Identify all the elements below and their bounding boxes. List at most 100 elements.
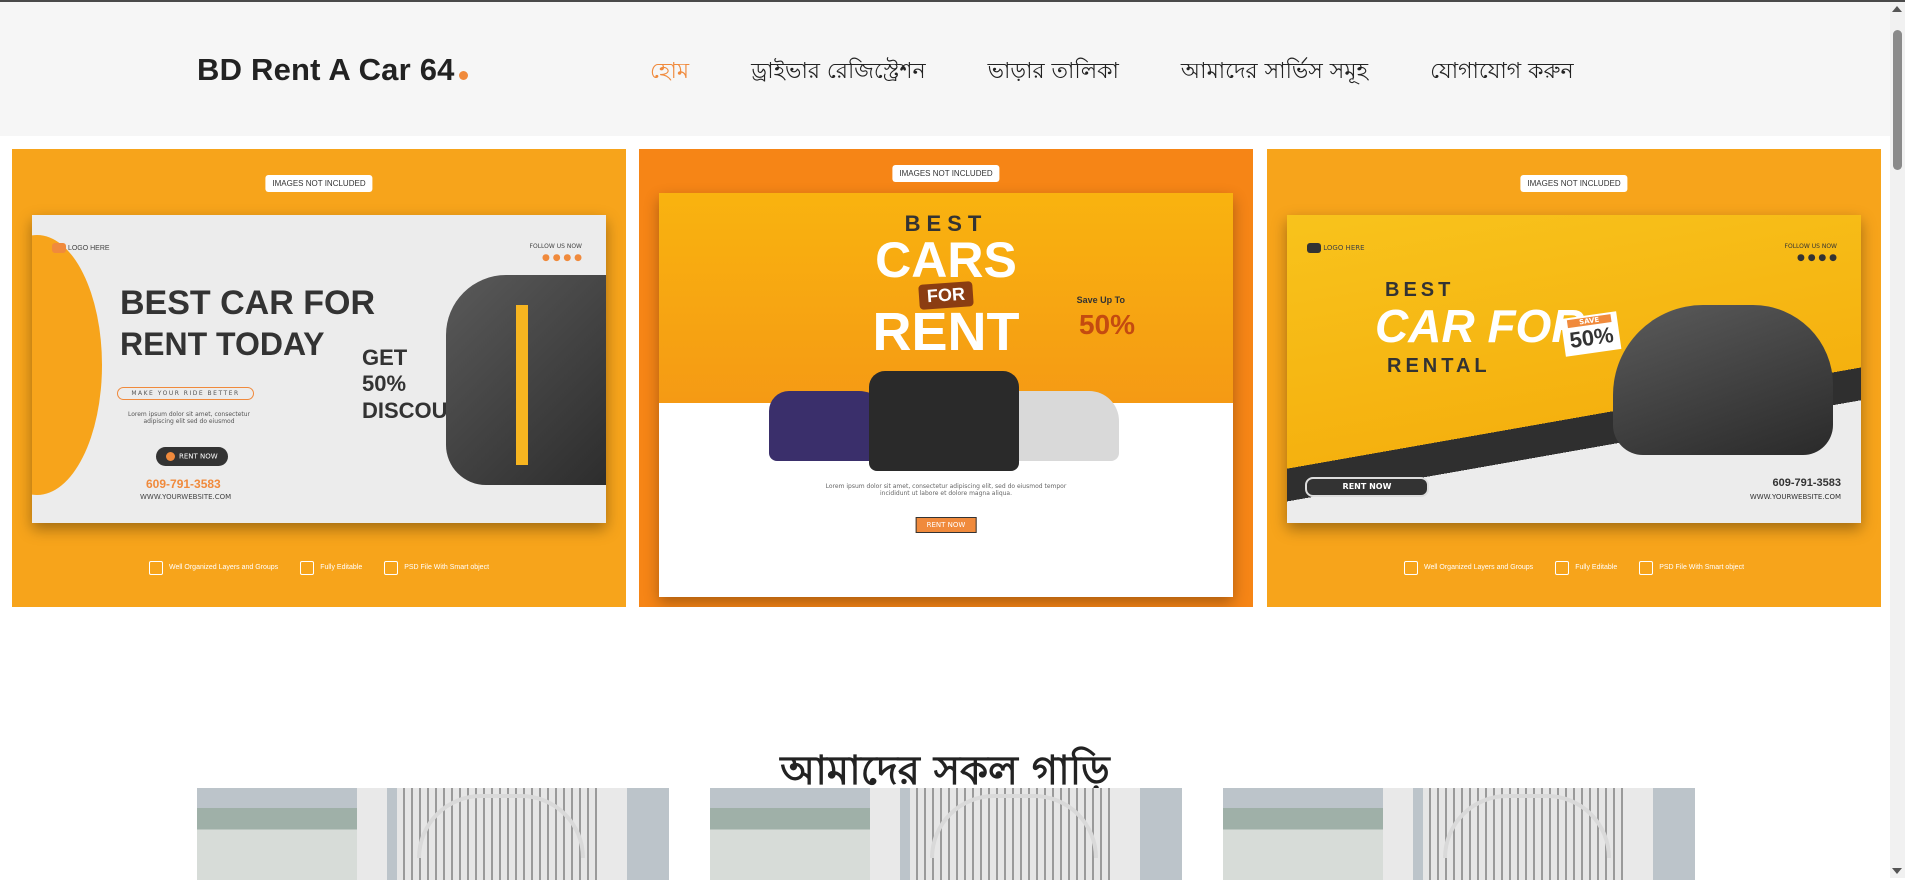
banner-tag: IMAGES NOT INCLUDED [265, 175, 373, 192]
feature-text: Well Organized Layers and Groups [795, 575, 906, 583]
ride-tagline: MAKE YOUR RIDE BETTER [117, 387, 254, 400]
nav-item-services[interactable]: আমাদের সার্ভিস সমূহ [1181, 54, 1368, 91]
edit-icon [1555, 561, 1570, 575]
layers-icon [775, 573, 790, 587]
lorem-text: Lorem ipsum dolor sit amet, consectetur … [825, 483, 1067, 497]
headline-rental: RENTAL [1387, 355, 1491, 377]
gate-pillar [597, 788, 627, 880]
feature-text: Fully Editable [947, 575, 990, 583]
phone-number: 609-791-3583 [146, 477, 221, 491]
banner-tag: IMAGES NOT INCLUDED [892, 165, 1000, 182]
website-text: WWW.YOURWEBSITE.COM [140, 493, 232, 501]
feature-item: PSD File With Smart object [384, 561, 489, 575]
nav-item-rent-list[interactable]: ভাড়ার তালিকা [988, 54, 1119, 91]
discount-offer: GET 50% DISCOUNT [362, 345, 477, 423]
website-text: WWW.YOURWEBSITE.COM [1749, 493, 1841, 501]
headline-best: BEST [1385, 279, 1455, 301]
save-badge: SAVE 50% [1560, 311, 1622, 357]
feature-item: Well Organized Layers and Groups [775, 573, 906, 587]
car-image [446, 275, 606, 485]
file-icon [1639, 561, 1654, 575]
phone-number: 609-791-3583 [1772, 477, 1841, 489]
edit-icon [300, 561, 315, 575]
car-image [1613, 305, 1833, 455]
follow-block: FOLLOW US NOW ● ● ● ● [530, 243, 582, 263]
page-scrollbar[interactable] [1890, 2, 1905, 878]
follow-text: FOLLOW US NOW [1784, 243, 1837, 250]
scroll-thumb[interactable] [1893, 30, 1902, 170]
nav-item-contact[interactable]: যোগাযোগ করুন [1430, 54, 1574, 91]
save-percent: 50% [1078, 309, 1135, 340]
follow-text: FOLLOW US NOW [529, 243, 582, 250]
lorem-text: Lorem ipsum dolor sit amet, consectetur … [127, 411, 251, 425]
gate-pillar [870, 788, 900, 880]
feature-item: PSD File With Smart object [1639, 561, 1744, 575]
brand-logo[interactable]: BD Rent A Car 64 [197, 52, 468, 88]
logo-text: LOGO HERE [67, 244, 110, 252]
headline-1: BEST CAR FOR [120, 284, 375, 322]
car-card-image[interactable] [197, 788, 669, 880]
feature-list: Well Organized Layers and Groups Fully E… [639, 573, 1253, 587]
gate-pillar [1623, 788, 1653, 880]
feature-list: Well Organized Layers and Groups Fully E… [12, 561, 626, 575]
banner-slide-2[interactable]: IMAGES NOT INCLUDED BEST CARS FOR RENT S… [639, 149, 1253, 607]
scroll-up-arrow-icon[interactable] [1892, 6, 1902, 12]
banner-tag: IMAGES NOT INCLUDED [1520, 175, 1628, 192]
feature-text: Fully Editable [320, 563, 363, 571]
feature-item: Well Organized Layers and Groups [1403, 561, 1534, 575]
social-icons: ● ● ● ● [542, 253, 582, 263]
car-logo-icon [52, 243, 66, 253]
building-balcony [710, 808, 890, 880]
gate-pillar [357, 788, 387, 880]
gate-pillar [1110, 788, 1140, 880]
feature-text: Well Organized Layers and Groups [168, 563, 279, 571]
gate-pillar [1383, 788, 1413, 880]
feature-text: Fully Editable [1575, 563, 1618, 571]
car-card-image[interactable] [710, 788, 1182, 880]
feature-text: PSD File With Smart object [1031, 575, 1117, 583]
rent-now-button[interactable]: RENT NOW [1305, 477, 1429, 497]
car-stripe [516, 305, 528, 465]
site-header: BD Rent A Car 64 হোম ড্রাইভার রেজিস্ট্রে… [0, 2, 1890, 136]
car-center [869, 371, 1019, 471]
banner-card: LOGO HERE FOLLOW US NOW ● ● ● ● BEST CAR… [1287, 215, 1861, 523]
headline-rent: RENT [872, 302, 1020, 362]
layers-icon [1403, 561, 1418, 575]
feature-item: Fully Editable [1555, 561, 1617, 575]
save-percent: 50% [1567, 322, 1616, 353]
file-icon [1011, 573, 1026, 587]
feature-item: Fully Editable [927, 573, 989, 587]
logo-placeholder: LOGO HERE [52, 243, 112, 253]
headline-cars: CARS [875, 232, 1017, 288]
banner-card: BEST CARS FOR RENT Save Up To 50% Lorem … [659, 193, 1233, 597]
social-icons: ● ● ● ● [1797, 253, 1837, 263]
feature-text: Well Organized Layers and Groups [1423, 563, 1534, 571]
feature-item: Well Organized Layers and Groups [148, 561, 279, 575]
rent-now-button[interactable]: RENT NOW [156, 447, 228, 466]
building-balcony [1223, 808, 1403, 880]
logo-text: LOGO HERE [1323, 244, 1365, 252]
car-card-image[interactable] [1223, 788, 1695, 880]
feature-text: PSD File With Smart object [1659, 563, 1745, 571]
rent-now-label: RENT NOW [179, 452, 218, 461]
car-logo-icon [1307, 243, 1321, 253]
scroll-down-arrow-icon[interactable] [1892, 868, 1902, 874]
follow-block: FOLLOW US NOW ● ● ● ● [1785, 243, 1837, 263]
banner-slide-1[interactable]: IMAGES NOT INCLUDED LOGO HERE FOLLOW US … [12, 149, 626, 607]
edit-icon [927, 573, 942, 587]
banner-card: LOGO HERE FOLLOW US NOW ● ● ● ● BEST CAR… [32, 215, 606, 523]
nav-item-home[interactable]: হোম [650, 54, 689, 91]
cars-image [769, 361, 1119, 471]
feature-item: Fully Editable [300, 561, 362, 575]
rent-now-button[interactable]: RENT NOW [915, 517, 977, 533]
feature-list: Well Organized Layers and Groups Fully E… [1267, 561, 1881, 575]
nav-item-driver-registration[interactable]: ড্রাইভার রেজিস্ট্রেশন [751, 54, 926, 91]
layers-icon [148, 561, 163, 575]
feature-text: PSD File With Smart object [404, 563, 490, 571]
orange-arc [32, 235, 102, 495]
file-icon [384, 561, 399, 575]
logo-placeholder: LOGO HERE [1307, 243, 1367, 253]
save-label: Save Up To [1076, 295, 1125, 305]
banner-slide-3[interactable]: IMAGES NOT INCLUDED LOGO HERE FOLLOW US … [1267, 149, 1881, 607]
brand-name: BD Rent A Car 64 [197, 52, 455, 87]
